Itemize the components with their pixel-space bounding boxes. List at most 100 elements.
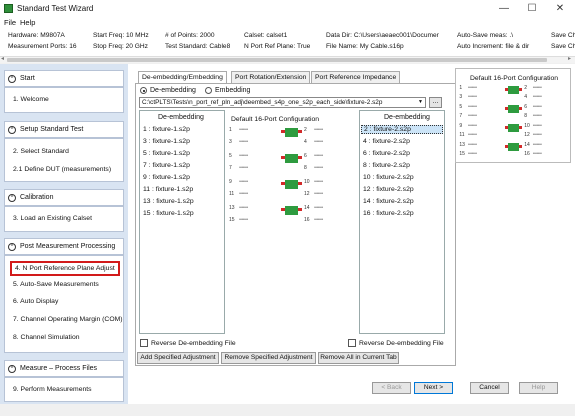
list-item-selected[interactable]: 2 : fixture-2.s2p xyxy=(361,125,443,134)
list-item[interactable]: 1 : fixture-1.s2p xyxy=(143,126,190,133)
port-dots: ••••••• xyxy=(314,205,323,211)
minimize-button[interactable]: — xyxy=(490,0,518,17)
section-body: 3. Load an Existing Calset xyxy=(4,206,124,232)
info-auto-save: Auto-Save meas: .\ xyxy=(457,32,514,39)
port-dots: ••••••• xyxy=(239,179,248,185)
remove-adjustment-button[interactable]: Remove Specified Adjustment xyxy=(221,352,316,364)
collapse-icon[interactable]: ^ xyxy=(8,194,16,202)
green-device-icon xyxy=(508,86,520,94)
list-item[interactable]: 5 : fixture-1.s2p xyxy=(143,150,190,157)
red-arrow-icon xyxy=(504,145,509,148)
section-body: 9. Perform Measurements xyxy=(4,377,124,402)
list-item[interactable]: 12 : fixture-2.s2p xyxy=(363,186,414,193)
port-number: 12 xyxy=(304,190,310,197)
chevron-down-icon[interactable]: ▼ xyxy=(418,99,423,105)
list-item[interactable]: 9 : fixture-1.s2p xyxy=(143,174,190,181)
port-dots: ••••••• xyxy=(467,112,477,119)
port-dots: ••••••• xyxy=(467,131,477,138)
right-deembedding-list[interactable]: De-embedding 2 : fixture-2.s2p 4 : fixtu… xyxy=(359,110,445,334)
help-button[interactable]: Help xyxy=(519,382,558,394)
close-button[interactable]: ✕ xyxy=(546,0,574,17)
collapse-icon[interactable]: ^ xyxy=(8,75,16,83)
port-dots: ••••••• xyxy=(239,153,248,159)
info-scrollbar[interactable]: ◂ ▸ xyxy=(0,55,575,63)
section-calibration[interactable]: ^ Calibration xyxy=(4,189,124,206)
scroll-thumb[interactable] xyxy=(7,58,547,62)
step-perform-measurements[interactable]: 9. Perform Measurements xyxy=(13,386,92,393)
left-deembedding-list[interactable]: De-embedding 1 : fixture-1.s2p 3 : fixtu… xyxy=(139,110,225,334)
list-item[interactable]: 4 : fixture-2.s2p xyxy=(363,138,410,145)
list-item[interactable]: 13 : fixture-1.s2p xyxy=(143,198,194,205)
step-n-port-ref-plane-adjust[interactable]: 4. N Port Reference Plane Adjust xyxy=(10,261,120,276)
port-dots: ••••••• xyxy=(532,85,542,91)
port-number: 4 xyxy=(304,138,307,145)
port-number: 6 xyxy=(524,104,527,110)
step-welcome[interactable]: 1. Welcome xyxy=(13,96,49,103)
port-dots: ••••••• xyxy=(467,150,477,157)
port-dots: ••••••• xyxy=(314,127,323,133)
section-measure[interactable]: ^ Measure – Process Files xyxy=(4,360,124,377)
section-body: 4. N Port Reference Plane Adjust 5. Auto… xyxy=(4,255,124,353)
step-auto-display[interactable]: 6. Auto Display xyxy=(13,298,58,305)
step-define-dut[interactable]: 2.1 Define DUT (measurements) xyxy=(13,166,111,173)
browse-button[interactable]: ... xyxy=(429,97,442,108)
add-adjustment-button[interactable]: Add Specified Adjustment xyxy=(137,352,219,364)
collapse-icon[interactable]: ^ xyxy=(8,365,16,373)
list-item[interactable]: 16 : fixture-2.s2p xyxy=(363,210,414,217)
port-number: 1 xyxy=(229,127,232,133)
scroll-right-icon[interactable]: ▸ xyxy=(568,55,571,62)
menu-help[interactable]: Help xyxy=(20,18,35,27)
port-dots: ••••••• xyxy=(239,164,248,171)
list-item[interactable]: 10 : fixture-2.s2p xyxy=(363,174,414,181)
step-com[interactable]: 7. Channel Operating Margin (COM) xyxy=(13,316,123,323)
radio-embedding[interactable] xyxy=(205,87,212,94)
remove-all-button[interactable]: Remove All in Current Tab xyxy=(318,352,399,364)
port-number: 10 xyxy=(524,123,530,129)
reverse-left-checkbox[interactable] xyxy=(140,339,148,347)
step-load-calset[interactable]: 3. Load an Existing Calset xyxy=(13,215,92,222)
section-start[interactable]: ^ Start xyxy=(4,70,124,87)
section-title: Measure – Process Files xyxy=(20,365,98,372)
section-setup[interactable]: ^ Setup Standard Test xyxy=(4,121,124,138)
status-bar xyxy=(0,404,575,416)
port-number: 3 xyxy=(459,93,463,100)
list-item[interactable]: 11 : fixture-1.s2p xyxy=(143,186,193,193)
step-auto-save[interactable]: 5. Auto-Save Measurements xyxy=(13,281,99,288)
tab-port-ref-impedance[interactable]: Port Reference Impedance xyxy=(311,71,401,83)
port-dots: ••••••• xyxy=(239,205,248,211)
port-dots: ••••••• xyxy=(314,216,323,223)
port-dots: ••••••• xyxy=(239,190,248,197)
tab-port-rotation[interactable]: Port Rotation/Extension xyxy=(231,71,311,83)
cancel-button[interactable]: Cancel xyxy=(470,382,509,394)
step-select-standard[interactable]: 2. Select Standard xyxy=(13,148,69,155)
radio-deembedding[interactable] xyxy=(140,87,147,94)
port-dots: ••••••• xyxy=(314,190,323,197)
collapse-icon[interactable]: ^ xyxy=(8,243,16,251)
port-dots: ••••••• xyxy=(467,85,477,91)
section-body: 1. Welcome xyxy=(4,87,124,113)
list-item[interactable]: 14 : fixture-2.s2p xyxy=(363,198,414,205)
port-number: 16 xyxy=(304,216,310,223)
list-item[interactable]: 3 : fixture-1.s2p xyxy=(143,138,190,145)
port-dots: ••••••• xyxy=(467,104,477,110)
section-post-processing[interactable]: ^ Post Measurement Processing xyxy=(4,238,124,255)
scroll-left-icon[interactable]: ◂ xyxy=(1,55,4,62)
maximize-button[interactable]: ☐ xyxy=(518,0,546,17)
port-dots: ••••••• xyxy=(532,93,542,100)
list-item[interactable]: 8 : fixture-2.s2p xyxy=(363,162,410,169)
port-number: 7 xyxy=(229,164,232,171)
port-number: 14 xyxy=(304,205,310,211)
next-button[interactable]: Next > xyxy=(414,382,453,394)
port-number: 8 xyxy=(524,112,527,119)
step-channel-simulation[interactable]: 8. Channel Simulation xyxy=(13,334,80,341)
menu-file[interactable]: File xyxy=(4,18,16,27)
list-item[interactable]: 6 : fixture-2.s2p xyxy=(363,150,410,157)
list-item[interactable]: 15 : fixture-1.s2p xyxy=(143,210,194,217)
menu-bar: File Help xyxy=(0,17,575,29)
reverse-right-checkbox[interactable] xyxy=(348,339,356,347)
back-button[interactable]: < Back xyxy=(372,382,411,394)
list-item[interactable]: 7 : fixture-1.s2p xyxy=(143,162,190,169)
info-hardware: Hardware: M9807A xyxy=(8,32,65,39)
file-path-combobox[interactable]: C:\ctPLTS\Tests\n_port_ref_pln_adj\deemb… xyxy=(139,97,426,108)
collapse-icon[interactable]: ^ xyxy=(8,126,16,134)
